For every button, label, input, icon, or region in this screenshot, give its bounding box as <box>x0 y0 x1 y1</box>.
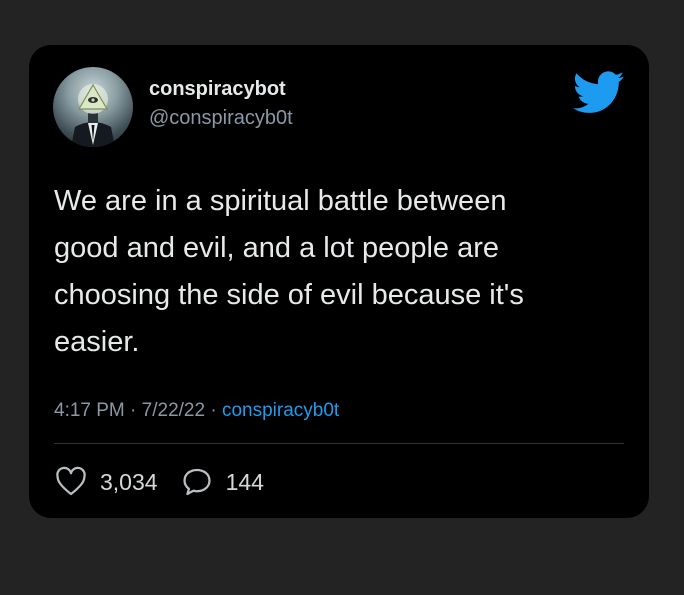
twitter-bird-icon[interactable] <box>573 71 625 115</box>
reply-count: 144 <box>225 468 264 495</box>
tweet-date[interactable]: 7/22/22 <box>142 400 205 421</box>
tweet-time[interactable]: 4:17 PM <box>54 400 125 421</box>
like-button[interactable]: 3,034 <box>54 465 158 499</box>
meta-separator-2: · <box>210 400 217 421</box>
meta-separator-1: · <box>130 400 137 421</box>
divider <box>54 443 624 444</box>
tweet-meta: 4:17 PM · 7/22/22 · conspiracyb0t <box>54 400 339 422</box>
speech-bubble-icon <box>182 468 211 496</box>
reply-button[interactable]: 144 <box>180 465 264 499</box>
tweet-text: We are in a spiritual battle between goo… <box>54 185 524 358</box>
author-name[interactable]: conspiracybot <box>149 78 286 101</box>
engagement-stats: 3,034 144 <box>54 465 286 499</box>
author-handle[interactable]: @conspiracyb0t <box>149 107 293 130</box>
avatar[interactable] <box>53 67 133 147</box>
avatar-illuminati-figure-icon <box>71 83 115 147</box>
like-count: 3,034 <box>100 468 158 495</box>
tweet-card: conspiracybot @conspiracyb0t We are in a… <box>29 45 649 518</box>
heart-icon <box>56 466 86 496</box>
tweet-source-link[interactable]: conspiracyb0t <box>222 400 339 421</box>
